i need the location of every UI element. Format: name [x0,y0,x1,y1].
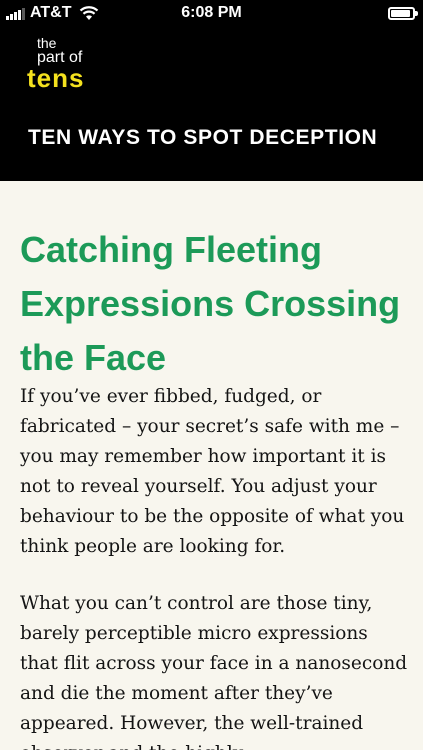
logo-line-the: the [37,35,57,51]
article-title: Catching Fleeting Expressions Crossing t… [20,229,401,378]
article-content[interactable]: Catching Fleeting Expressions Crossing t… [0,181,423,750]
status-time: 6:08 PM [181,4,242,21]
article-paragraph-1: If you’ve ever fibbed, fudged, or fabric… [20,386,405,557]
section-title: TEN WAYS TO SPOT DECEPTION [28,126,378,149]
status-bar: AT&T 6:08 PM [0,0,423,26]
article-paragraph-2: What you can’t control are those tiny, b… [20,593,408,750]
app-header: the part of tens TEN WAYS TO SPOT DECEPT… [0,26,423,181]
part-of-tens-logo[interactable]: the part of tens [27,35,117,93]
battery-icon [388,7,418,20]
logo-line-tens: tens [27,63,85,93]
